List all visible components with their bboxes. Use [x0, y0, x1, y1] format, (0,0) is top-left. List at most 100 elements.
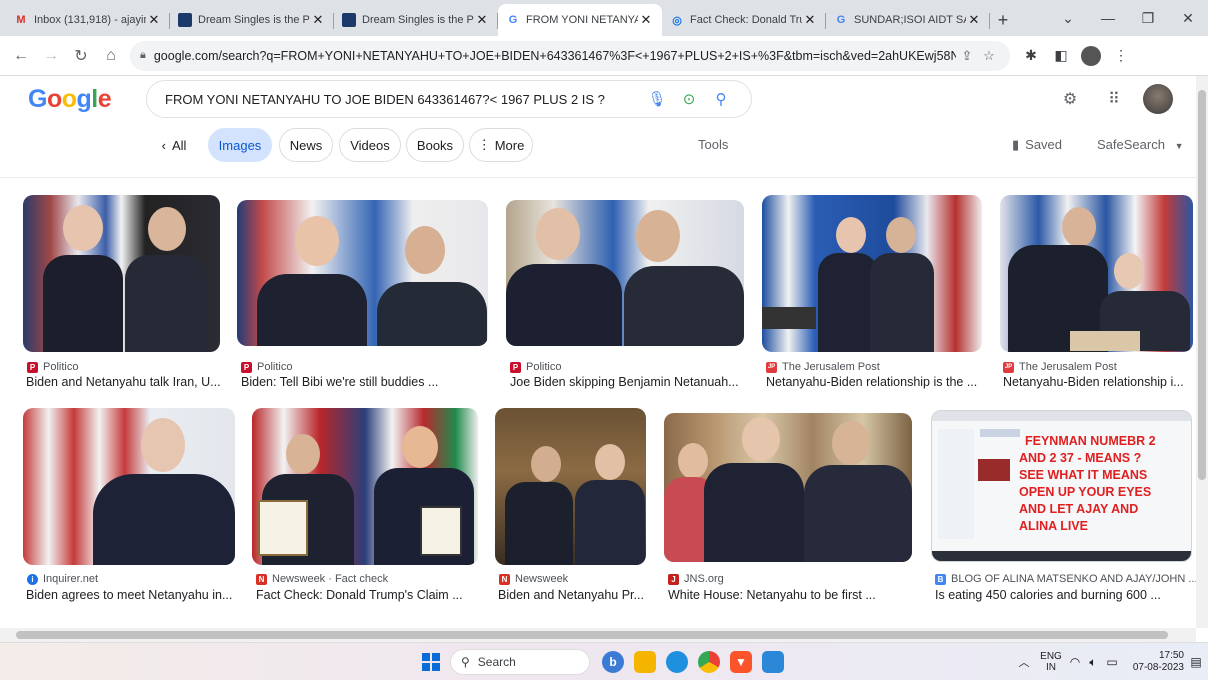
result-title[interactable]: Biden and Netanyahu talk Iran, U...	[26, 375, 222, 389]
copilot-icon[interactable]: b	[602, 651, 624, 673]
source-label: JNS.org	[684, 573, 724, 585]
result-image[interactable]	[1000, 195, 1193, 352]
side-panel-icon[interactable]: ◧	[1046, 41, 1076, 71]
filter-books[interactable]: Books	[406, 128, 464, 162]
filter-all[interactable]: ‹ All	[150, 128, 198, 162]
google-logo[interactable]: Google	[28, 85, 112, 114]
source-label: The Jerusalem Post	[1019, 361, 1117, 373]
apps-grid-icon[interactable]: ⠿	[1092, 82, 1136, 116]
new-tab-button[interactable]: +	[990, 4, 1016, 36]
voice-search-icon[interactable]: 🎙︎	[641, 90, 673, 108]
home-icon[interactable]: ⌂	[96, 41, 126, 71]
jpost-favicon-icon: JP	[1003, 361, 1014, 373]
chrome-icon[interactable]	[698, 651, 720, 673]
tab-sundar[interactable]: G SUNDAR;ISOI AIDT SAY ✕	[826, 4, 990, 36]
result-image[interactable]: FEYNMAN NUMEBR 2 AND 2 37 - MEANS ? SEE …	[931, 410, 1192, 562]
result-image[interactable]	[762, 195, 982, 352]
windows-start-icon[interactable]	[422, 653, 440, 671]
bookmark-star-icon[interactable]: ☆	[978, 48, 1000, 64]
result-image[interactable]	[495, 408, 646, 565]
close-window-icon[interactable]: ✕	[1168, 0, 1208, 36]
close-icon[interactable]: ✕	[474, 12, 490, 28]
result-title[interactable]: Netanyahu-Biden relationship i...	[1003, 375, 1195, 389]
notification-icon[interactable]: ▤	[1184, 655, 1208, 669]
menu-kebab-icon[interactable]: ⋮	[1106, 41, 1136, 71]
result-image[interactable]	[506, 200, 744, 346]
close-icon[interactable]: ✕	[966, 12, 982, 28]
close-icon[interactable]: ✕	[802, 12, 818, 28]
safesearch-button[interactable]: SafeSearch ▼	[1097, 137, 1183, 152]
politico-favicon-icon: P	[510, 361, 521, 373]
result-source: N Newsweek	[499, 573, 568, 585]
result-image[interactable]	[664, 413, 912, 562]
lock-icon[interactable]: 🔒︎	[140, 49, 146, 62]
back-icon[interactable]: ←	[6, 41, 36, 71]
brave-icon[interactable]: ▼	[730, 651, 752, 673]
tab-dream-singles-2[interactable]: Dream Singles is the Pre ✕	[334, 4, 498, 36]
language-indicator[interactable]: ENG IN	[1036, 651, 1066, 673]
wifi-icon[interactable]: ◠	[1066, 655, 1084, 669]
scrollbar-thumb[interactable]	[16, 631, 1168, 639]
result-image[interactable]	[23, 195, 220, 352]
tab-search-icon[interactable]: ⌄	[1048, 0, 1088, 36]
search-icon[interactable]: ⚲	[705, 90, 737, 108]
chevron-up-icon[interactable]: ︿	[1012, 654, 1036, 670]
caret-down-icon: ▼	[1174, 141, 1184, 151]
tab-fact-check[interactable]: ◎ Fact Check: Donald Trum ✕	[662, 4, 826, 36]
result-title[interactable]: Biden: Tell Bibi we're still buddies ...	[241, 375, 489, 389]
scrollbar-thumb[interactable]	[1198, 90, 1206, 480]
volume-icon[interactable]: 🔈︎	[1084, 655, 1102, 670]
minimize-icon[interactable]: —	[1088, 0, 1128, 36]
chevron-left-icon: ‹	[161, 137, 166, 153]
result-title[interactable]: Biden and Netanyahu Pr...	[498, 588, 648, 602]
filter-images[interactable]: Images	[208, 128, 272, 162]
result-title[interactable]: Is eating 450 calories and burning 600 .…	[935, 588, 1193, 602]
tools-button[interactable]: Tools	[698, 137, 728, 152]
close-icon[interactable]: ✕	[146, 12, 162, 28]
filter-videos-label: Videos	[350, 137, 390, 153]
saved-button[interactable]: ▮ Saved	[1012, 137, 1062, 153]
close-icon[interactable]: ✕	[310, 12, 326, 28]
profile-avatar-icon[interactable]	[1076, 41, 1106, 71]
clock-time: 17:50	[1158, 650, 1184, 661]
newsweek-favicon-icon: N	[499, 573, 510, 585]
tab-google-search[interactable]: G FROM YONI NETANYAH ✕	[498, 4, 662, 36]
result-title[interactable]: Joe Biden skipping Benjamin Netanuah...	[510, 375, 746, 389]
settings-gear-icon[interactable]: ⚙	[1048, 82, 1092, 116]
tab-dream-singles-1[interactable]: Dream Singles is the Pre ✕	[170, 4, 334, 36]
result-title[interactable]: Netanyahu-Biden relationship is the ...	[766, 375, 984, 389]
result-title[interactable]: Biden agrees to meet Netanyahu in...	[26, 588, 238, 602]
photos-icon[interactable]	[666, 651, 688, 673]
close-icon[interactable]: ✕	[638, 12, 654, 28]
reload-icon[interactable]: ↻	[66, 41, 96, 71]
battery-icon[interactable]: ▭	[1102, 655, 1122, 669]
divider	[0, 177, 1196, 178]
address-bar[interactable]: 🔒︎ google.com/search?q=FROM+YONI+NETANYA…	[130, 40, 1010, 71]
result-title[interactable]: Fact Check: Donald Trump's Claim ...	[256, 588, 480, 602]
clock-date: 07-08-2023	[1132, 662, 1184, 673]
result-title[interactable]: White House: Netanyahu to be first ...	[668, 588, 914, 602]
result-image[interactable]	[23, 408, 235, 565]
restore-icon[interactable]: ❐	[1128, 0, 1168, 36]
extensions-icon[interactable]: ✱	[1016, 41, 1046, 71]
vertical-scrollbar[interactable]	[1196, 76, 1208, 628]
filter-more[interactable]: ⋮ More	[469, 128, 533, 162]
tab-inbox[interactable]: M Inbox (131,918) - ajayin ✕	[6, 4, 170, 36]
thumb-text-line: AND 2 37 - MEANS ?	[1019, 451, 1142, 465]
lens-icon[interactable]: ⊙	[673, 90, 705, 108]
file-explorer-icon[interactable]	[634, 651, 656, 673]
filter-news[interactable]: News	[279, 128, 333, 162]
forward-icon[interactable]: →	[36, 41, 66, 71]
clock[interactable]: 17:50 07-08-2023	[1122, 650, 1184, 674]
window-controls: ⌄ — ❐ ✕	[1048, 0, 1208, 36]
result-image[interactable]	[252, 408, 478, 565]
result-image[interactable]	[237, 200, 488, 346]
search-icon: ⚲	[461, 655, 470, 669]
filter-videos[interactable]: Videos	[339, 128, 401, 162]
search-input[interactable]: FROM YONI NETANYAHU TO JOE BIDEN 6433614…	[146, 80, 752, 118]
horizontal-scrollbar[interactable]	[0, 628, 1196, 642]
taskbar-search-input[interactable]: ⚲ Search	[450, 649, 590, 675]
account-avatar[interactable]	[1136, 82, 1180, 116]
share-icon[interactable]: ⇪	[956, 48, 978, 64]
paint-icon[interactable]	[762, 651, 784, 673]
